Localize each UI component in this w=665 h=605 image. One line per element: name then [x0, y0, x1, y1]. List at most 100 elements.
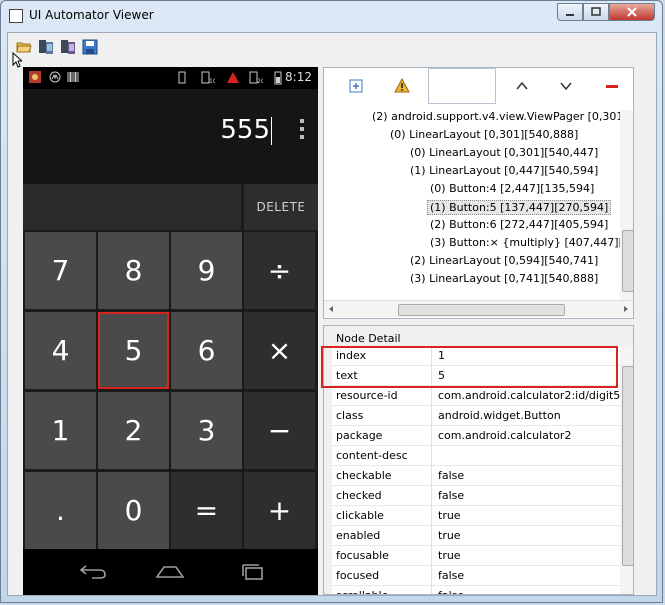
tree-vertical-scrollbar[interactable] [620, 110, 633, 300]
scroll-right-icon[interactable] [622, 305, 630, 313]
detail-vertical-scrollbar[interactable] [620, 346, 633, 594]
detail-key: content-desc [336, 449, 408, 462]
tree-node[interactable]: (0) LinearLayout [0,301][540,888] [390, 128, 578, 141]
column-divider [431, 586, 432, 594]
close-button[interactable] [609, 3, 655, 21]
node-search-field[interactable] [428, 68, 496, 104]
detail-row[interactable]: content-desc [332, 446, 620, 466]
detail-value: 1 [438, 349, 445, 362]
node-detail-pane: Node Detail index 1 text 5 resource-id com.an… [323, 325, 634, 595]
detail-row[interactable]: index 1 [332, 346, 620, 366]
detail-row[interactable]: checked false [332, 486, 620, 506]
tree-node[interactable]: (1) Button:5 [137,447][270,594] [427, 200, 612, 215]
signal-2g-icon: 2G [249, 71, 263, 84]
previous-node-icon[interactable] [514, 78, 530, 94]
detail-key: text [336, 369, 358, 382]
scroll-thumb[interactable] [398, 304, 565, 316]
column-divider [431, 386, 432, 405]
detail-key: resource-id [336, 389, 398, 402]
detail-row[interactable]: checkable false [332, 466, 620, 486]
key-button[interactable]: 1 [25, 392, 96, 469]
device-screenshot-icon[interactable] [38, 39, 54, 55]
tree-node[interactable]: (2) android.support.v4.view.ViewPager [0… [372, 110, 633, 123]
tree-horizontal-scrollbar[interactable] [324, 300, 633, 317]
expand-all-icon[interactable] [348, 78, 364, 94]
airplane-alert-icon [227, 72, 239, 83]
maximize-icon [591, 7, 601, 16]
motorola-icon [49, 71, 61, 83]
tree-node[interactable]: (2) Button:6 [272,447][405,594] [430, 218, 608, 231]
tree-node[interactable]: (2) LinearLayout [0,594][540,741] [410, 254, 598, 267]
detail-row[interactable]: enabled true [332, 526, 620, 546]
detail-key: scrollable [336, 589, 388, 594]
scroll-thumb[interactable] [622, 366, 633, 566]
detail-value: com.android.calculator2 [438, 429, 572, 442]
detail-key: package [336, 429, 383, 442]
save-icon[interactable] [82, 39, 98, 55]
clear-search-icon[interactable] [604, 78, 620, 94]
key-button[interactable]: 9 [171, 232, 242, 309]
detail-row[interactable]: focusable true [332, 546, 620, 566]
key-button[interactable]: − [244, 392, 315, 469]
home-icon[interactable] [155, 561, 185, 581]
key-button[interactable]: . [25, 472, 96, 549]
key-button[interactable]: 0 [98, 472, 169, 549]
detail-row[interactable]: focused false [332, 566, 620, 586]
key-button[interactable]: 6 [171, 312, 242, 389]
delete-button[interactable]: DELETE [244, 184, 318, 230]
signal-1g-icon: 1G [201, 71, 215, 84]
detail-key: checked [336, 489, 382, 502]
detail-row[interactable]: class android.widget.Button [332, 406, 620, 426]
key-button[interactable]: ÷ [244, 232, 315, 309]
back-icon[interactable] [78, 561, 108, 581]
key-button[interactable]: 5 [98, 312, 169, 389]
mouse-pointer-icon [12, 52, 22, 68]
tree-node[interactable]: (0) LinearLayout [0,301][540,447] [410, 146, 598, 159]
next-node-icon[interactable] [558, 78, 574, 94]
key-button[interactable]: 8 [98, 232, 169, 309]
formula-field[interactable] [23, 184, 241, 230]
tree-node[interactable]: (0) Button:4 [2,447][135,594] [430, 182, 594, 195]
detail-value: false [438, 469, 465, 482]
detail-key: focusable [336, 549, 389, 562]
tree-node[interactable]: (3) LinearLayout [0,741][540,888] [410, 272, 598, 285]
tree-node[interactable]: (1) LinearLayout [0,447][540,594] [410, 164, 598, 177]
key-button[interactable]: = [171, 472, 242, 549]
status-clock: 8:12 [285, 70, 312, 84]
title-bar: UI Automator Viewer [1, 1, 662, 31]
maximize-button[interactable] [583, 3, 609, 21]
key-button[interactable]: 3 [171, 392, 242, 469]
detail-value: 5 [438, 369, 445, 382]
detail-value: false [438, 569, 465, 582]
detail-row[interactable]: text 5 [332, 366, 620, 386]
key-button[interactable]: 4 [25, 312, 96, 389]
svg-text:2G: 2G [257, 78, 263, 84]
key-button[interactable]: 2 [98, 392, 169, 469]
minimize-button[interactable] [557, 3, 583, 21]
key-button[interactable]: × [244, 312, 315, 389]
tree-toolbar [324, 68, 633, 108]
detail-row[interactable]: scrollable false [332, 586, 620, 594]
column-divider [431, 526, 432, 545]
scroll-thumb[interactable] [622, 230, 633, 292]
detail-row[interactable]: package com.android.calculator2 [332, 426, 620, 446]
node-detail-table: index 1 text 5 resource-id com.android.calcul… [332, 346, 620, 594]
overflow-menu-icon[interactable] [300, 119, 304, 143]
window-title: UI Automator Viewer [29, 8, 154, 22]
android-nav-bar [23, 549, 318, 595]
close-icon [627, 7, 637, 17]
device-screenshot-compressed-icon[interactable] [60, 39, 76, 55]
device-screenshot[interactable]: 1G 2G 8:12 555 DELETE 789÷ 456× 123−.0=+ [23, 67, 318, 595]
detail-key: checkable [336, 469, 392, 482]
tree-node[interactable]: (3) Button:× {multiply} [407,447][540, [430, 236, 633, 249]
scroll-left-icon[interactable] [327, 305, 335, 313]
key-button[interactable]: + [244, 472, 315, 549]
key-button[interactable]: 7 [25, 232, 96, 309]
nafs-warning-icon[interactable] [394, 78, 410, 94]
recent-apps-icon[interactable] [238, 561, 268, 581]
detail-row[interactable]: resource-id com.android.calculator2:id/di… [332, 386, 620, 406]
client-area: 1G 2G 8:12 555 DELETE 789÷456×123−.0=+ [7, 32, 657, 596]
detail-row[interactable]: clickable true [332, 506, 620, 526]
barcode-icon [67, 72, 79, 82]
detail-key: class [336, 409, 364, 422]
